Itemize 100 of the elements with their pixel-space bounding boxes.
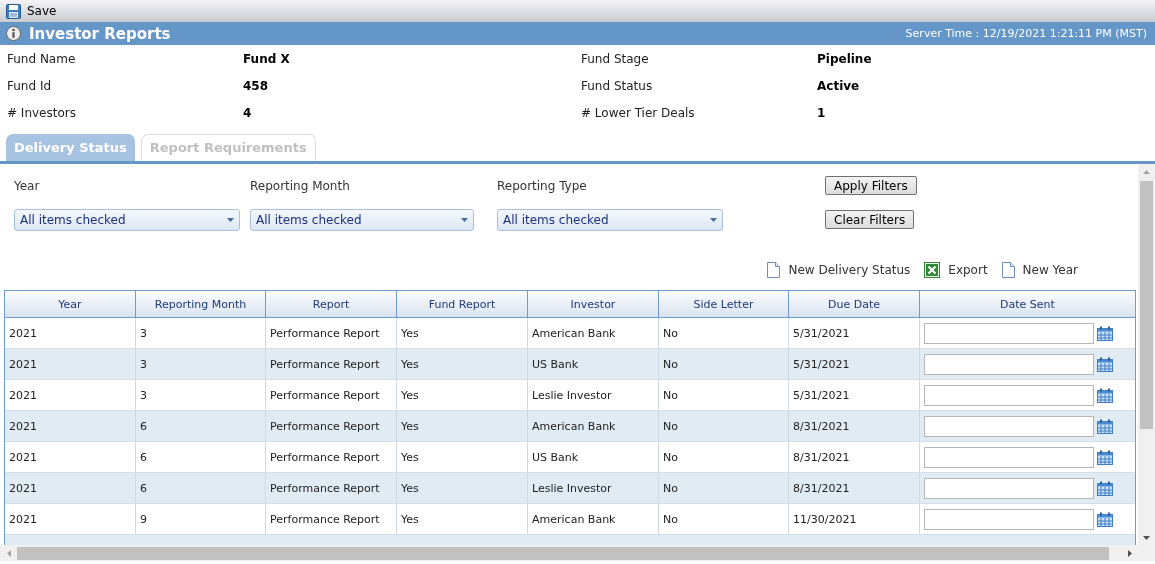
date-input-field[interactable] [924,353,1094,375]
table-cell: Performance Report [266,349,397,379]
field-value: 1 [817,105,827,120]
dropdown-arrow-icon [461,218,468,222]
field-value: 4 [243,105,253,120]
calendar-icon[interactable] [1097,511,1113,527]
field-label: # Investors [7,105,77,120]
table-cell: Performance Report [266,504,397,534]
table-cell: No [659,442,789,472]
horizontal-scrollbar[interactable] [0,545,1155,561]
date-input-field[interactable] [924,384,1094,406]
table-cell: Leslie Investor [528,380,659,410]
scroll-up-icon[interactable] [1143,169,1150,174]
calendar-icon[interactable] [1097,480,1113,496]
table-cell: Yes [397,473,528,503]
table-cell: 5/31/2021 [789,349,920,379]
calendar-icon[interactable] [1097,325,1113,341]
table-cell: 2021 [5,473,136,503]
field-value: Fund X [243,51,291,66]
field-label: Fund Id [7,78,53,93]
spreadsheet-icon [924,262,941,278]
table-cell: American Bank [528,411,659,441]
table-cell: 8/31/2021 [789,473,920,503]
table-cell: No [659,380,789,410]
date-input-field[interactable] [924,415,1094,437]
scroll-down-icon[interactable] [1143,535,1150,540]
calendar-icon[interactable] [1097,449,1113,465]
table-cell: Performance Report [266,318,397,348]
table-cell: No [659,504,789,534]
field-value: Active [817,78,861,93]
table-cell: 2021 [5,318,136,348]
table-cell: 6 [136,473,266,503]
table-cell: 2021 [5,380,136,410]
calendar-icon[interactable] [1097,356,1113,372]
column-header[interactable]: Date Sent [920,291,1135,317]
table-cell: Performance Report [266,411,397,441]
scroll-left-icon[interactable] [6,549,11,557]
column-header[interactable]: Fund Report [397,291,528,317]
toolbar-link[interactable]: Export [924,262,988,278]
filter-label: Reporting Type [497,179,588,193]
table-cell: 9 [136,504,266,534]
column-header[interactable]: Reporting Month [136,291,266,317]
filter-button[interactable]: Clear Filters [825,210,915,229]
field-label: Fund Stage [581,51,650,66]
table-cell: US Bank [528,442,659,472]
table-cell: 6 [136,411,266,441]
field-label: Fund Status [581,78,654,93]
table-cell: 2021 [5,349,136,379]
filter-button[interactable]: Apply Filters [825,176,917,195]
table-cell: 2021 [5,411,136,441]
column-header[interactable]: Due Date [789,291,920,317]
field-label: # Lower Tier Deals [581,105,696,120]
calendar-icon[interactable] [1097,418,1113,434]
date-input-field[interactable] [924,508,1094,530]
filter-label: Year [14,179,41,193]
table-cell: Yes [397,504,528,534]
vertical-scrollbar[interactable] [1138,164,1155,545]
date-input-field[interactable] [924,446,1094,468]
date-input-field[interactable] [924,322,1094,344]
table-cell: US Bank [528,349,659,379]
table-cell: 3 [136,380,266,410]
field-label: Fund Name [7,51,77,66]
table-cell: No [659,318,789,348]
date-input-field[interactable] [924,477,1094,499]
server-time: Server Time : 12/19/2021 1:21:11 PM (MST) [905,27,1147,40]
save-button[interactable]: Save [6,1,61,21]
scroll-right-icon[interactable] [1127,549,1132,557]
table-cell: Performance Report [266,473,397,503]
table-cell: American Bank [528,318,659,348]
table-cell: 8/31/2021 [789,442,920,472]
table-cell: 2021 [5,504,136,534]
table-cell: 3 [136,349,266,379]
field-value: 458 [243,78,270,93]
table-cell: Yes [397,442,528,472]
dropdown[interactable]: All items checked [497,209,723,231]
table-cell: American Bank [528,504,659,534]
table-cell: Yes [397,380,528,410]
column-header[interactable]: Report [266,291,397,317]
dropdown[interactable]: All items checked [14,209,240,231]
table-cell: Performance Report [266,380,397,410]
page-title: Investor Reports [29,24,172,43]
calendar-icon[interactable] [1097,387,1113,403]
table-cell: Leslie Investor [528,473,659,503]
table-cell: Yes [397,411,528,441]
table-cell: 8/31/2021 [789,411,920,441]
column-header[interactable]: Investor [528,291,659,317]
dropdown-arrow-icon [710,218,717,222]
table-cell: 5/31/2021 [789,380,920,410]
toolbar-link[interactable]: New Year [1001,262,1078,278]
table-cell: 2021 [5,442,136,472]
dropdown[interactable]: All items checked [250,209,474,231]
column-header[interactable]: Side Letter [659,291,789,317]
table-cell: No [659,349,789,379]
column-header[interactable]: Year [5,291,136,317]
info-icon [6,26,21,41]
dropdown-arrow-icon [227,218,234,222]
table-cell: 6 [136,442,266,472]
toolbar-link[interactable]: New Delivery Status [767,262,911,278]
table-cell: 11/30/2021 [789,504,920,534]
document-icon [1001,262,1015,278]
